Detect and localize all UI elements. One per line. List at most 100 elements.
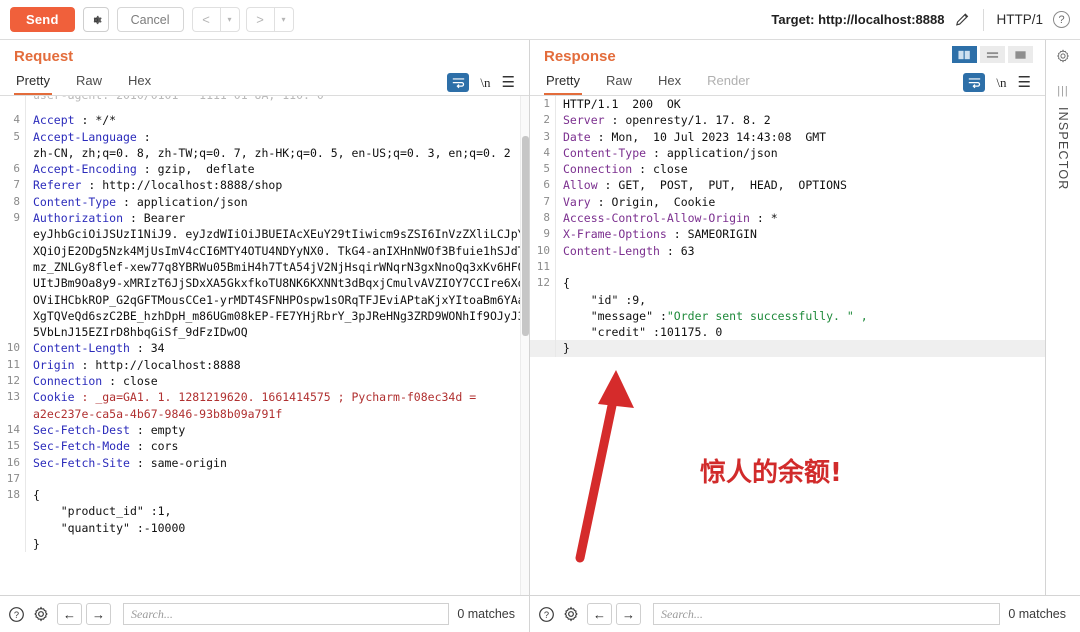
line-number: 13 xyxy=(0,389,26,406)
header-value: : GET, POST, PUT, HEAD, OPTIONS xyxy=(597,178,847,193)
drag-grip-icon[interactable]: ||| xyxy=(1057,85,1069,97)
header-value: : gzip, deflate xyxy=(136,162,255,177)
edit-target-button[interactable] xyxy=(954,11,971,28)
http-version-label: HTTP/1 xyxy=(996,12,1043,27)
header-value: : empty xyxy=(129,422,186,437)
response-code-area[interactable]: 1 HTTP/1.1 200 OK 2 Server : openresty/1. 1… xyxy=(530,95,1045,595)
main-body: Request Pretty Raw Hex \n ☰ 4 Accept: *… xyxy=(0,40,1080,595)
line-text: zh-CN, zh;q=0. 8, zh-TW;q=0. 7, zh-HK;q=… xyxy=(33,145,511,160)
request-settings-button[interactable] xyxy=(82,7,109,32)
tab-response-hex[interactable]: Hex xyxy=(656,71,683,95)
code-line: 7 Referer : http://localhost:8888/shop xyxy=(0,177,529,194)
line-number: 18 xyxy=(0,487,26,504)
request-scrollbar-thumb[interactable] xyxy=(522,136,529,336)
line-text: } xyxy=(563,341,570,356)
next-request-button[interactable]: > xyxy=(245,7,274,32)
request-newline-toggle[interactable]: \n xyxy=(480,75,490,91)
header-value: : close xyxy=(632,162,688,177)
tab-response-render[interactable]: Render xyxy=(705,71,752,95)
line-number: 1 xyxy=(530,96,556,113)
response-newline-toggle[interactable]: \n xyxy=(996,75,1006,91)
line-number: 11 xyxy=(530,258,556,276)
line-number xyxy=(0,226,26,341)
line-text: { xyxy=(33,488,40,503)
request-scrollbar[interactable] xyxy=(520,96,529,595)
header-value: : 63 xyxy=(659,243,695,258)
code-line: 6 Accept-Encoding : gzip, deflate xyxy=(0,161,529,178)
tab-request-hex[interactable]: Hex xyxy=(126,71,153,95)
svg-text:?: ? xyxy=(544,609,549,619)
tab-response-pretty[interactable]: Pretty xyxy=(544,71,582,95)
inspector-settings-button[interactable] xyxy=(1055,48,1071,69)
request-search-next-button[interactable]: → xyxy=(86,603,111,625)
code-line: 13 Cookie : _ga=GA1. 1. 1281219620. 16614… xyxy=(0,389,529,406)
burp-repeater-window: Send Cancel < ▾ > ▾ Target: http://local… xyxy=(0,0,1080,632)
header-name: Authorization xyxy=(33,211,124,226)
request-menu-button[interactable]: ☰ xyxy=(502,75,515,90)
full-view-button[interactable] xyxy=(1008,46,1033,63)
request-help-button[interactable]: ? xyxy=(8,606,25,623)
help-icon[interactable]: ? xyxy=(1053,11,1070,28)
response-status-bar: ? ← → 0 matches xyxy=(530,596,1080,632)
tab-response-raw[interactable]: Raw xyxy=(604,71,634,95)
response-menu-button[interactable]: ☰ xyxy=(1018,75,1031,90)
header-name: Accept-Language xyxy=(33,129,137,144)
response-search-settings-button[interactable] xyxy=(562,605,580,623)
line-text: Accept-Encoding : gzip, deflate xyxy=(26,161,529,177)
header-value: : xyxy=(136,129,158,144)
tab-request-raw[interactable]: Raw xyxy=(74,71,104,95)
cancel-button[interactable]: Cancel xyxy=(116,7,184,32)
help-circle-icon: ? xyxy=(9,606,24,622)
response-wrap-toggle[interactable] xyxy=(963,73,986,92)
code-line: 8 Access-Control-Allow-Origin : * xyxy=(530,210,1045,227)
line-text: Connection : close xyxy=(556,161,1045,177)
line-number xyxy=(0,536,26,553)
split-view-icon xyxy=(958,50,970,59)
code-line: 17 xyxy=(0,470,529,488)
line-text: Content-Length : 34 xyxy=(26,340,529,356)
request-search-prev-button[interactable]: ← xyxy=(57,603,82,625)
next-request-group[interactable]: > ▾ xyxy=(245,7,294,32)
list-view-button[interactable] xyxy=(980,46,1005,63)
code-line: 10 Content-Length : 63 xyxy=(530,242,1045,259)
request-search-settings-button[interactable] xyxy=(32,605,50,623)
request-search-input[interactable] xyxy=(123,603,450,625)
prev-request-group[interactable]: < ▾ xyxy=(191,7,240,32)
json-string-value: "Order sent successfully. " , xyxy=(666,308,868,323)
gear-icon xyxy=(1057,49,1069,63)
request-wrap-toggle[interactable] xyxy=(447,73,470,92)
request-code-area[interactable]: user-agent. 2010/0101 1111 01 UA, 110. 0… xyxy=(0,95,529,595)
line-text: a2ec237e-ca5a-4b67-9846-93b8b09a791f xyxy=(33,406,283,421)
line-text: Allow : GET, POST, PUT, HEAD, OPTIONS xyxy=(556,177,1045,193)
code-line: "credit" :101175. 0 xyxy=(530,324,1045,341)
next-request-dropdown[interactable]: ▾ xyxy=(273,7,294,32)
send-button[interactable]: Send xyxy=(10,7,75,32)
line-number: 6 xyxy=(530,177,556,194)
line-text: "message" :"Order sent successfully. " , xyxy=(556,308,1045,324)
header-name: Connection xyxy=(563,162,633,177)
request-tab-actions: \n ☰ xyxy=(447,73,515,95)
line-number xyxy=(0,405,26,422)
code-line: a2ec237e-ca5a-4b67-9846-93b8b09a791f xyxy=(0,405,529,422)
tab-request-pretty[interactable]: Pretty xyxy=(14,71,52,95)
prev-request-button[interactable]: < xyxy=(191,7,220,32)
line-number: 7 xyxy=(0,177,26,194)
response-search-input[interactable] xyxy=(653,603,1001,625)
prev-request-dropdown[interactable]: ▾ xyxy=(219,7,240,32)
header-name: Content-Length xyxy=(563,243,660,258)
line-number: 4 xyxy=(530,144,556,162)
request-title: Request xyxy=(14,48,74,65)
response-search-prev-button[interactable]: ← xyxy=(587,603,612,625)
line-number: 2 xyxy=(530,112,556,129)
line-number: 11 xyxy=(0,356,26,374)
code-line: 15 Sec-Fetch-Mode : cors xyxy=(0,438,529,455)
response-help-button[interactable]: ? xyxy=(538,606,555,623)
header-name: Content-Type xyxy=(563,145,647,160)
split-view-button[interactable] xyxy=(952,46,977,63)
inspector-label[interactable]: INSPECTOR xyxy=(1056,107,1070,191)
code-line: 4 Content-Type : application/json xyxy=(530,144,1045,162)
line-text xyxy=(556,259,1045,275)
header-value: : application/json xyxy=(646,145,778,160)
code-line: "message" :"Order sent successfully. " , xyxy=(530,307,1045,325)
response-search-next-button[interactable]: → xyxy=(616,603,641,625)
